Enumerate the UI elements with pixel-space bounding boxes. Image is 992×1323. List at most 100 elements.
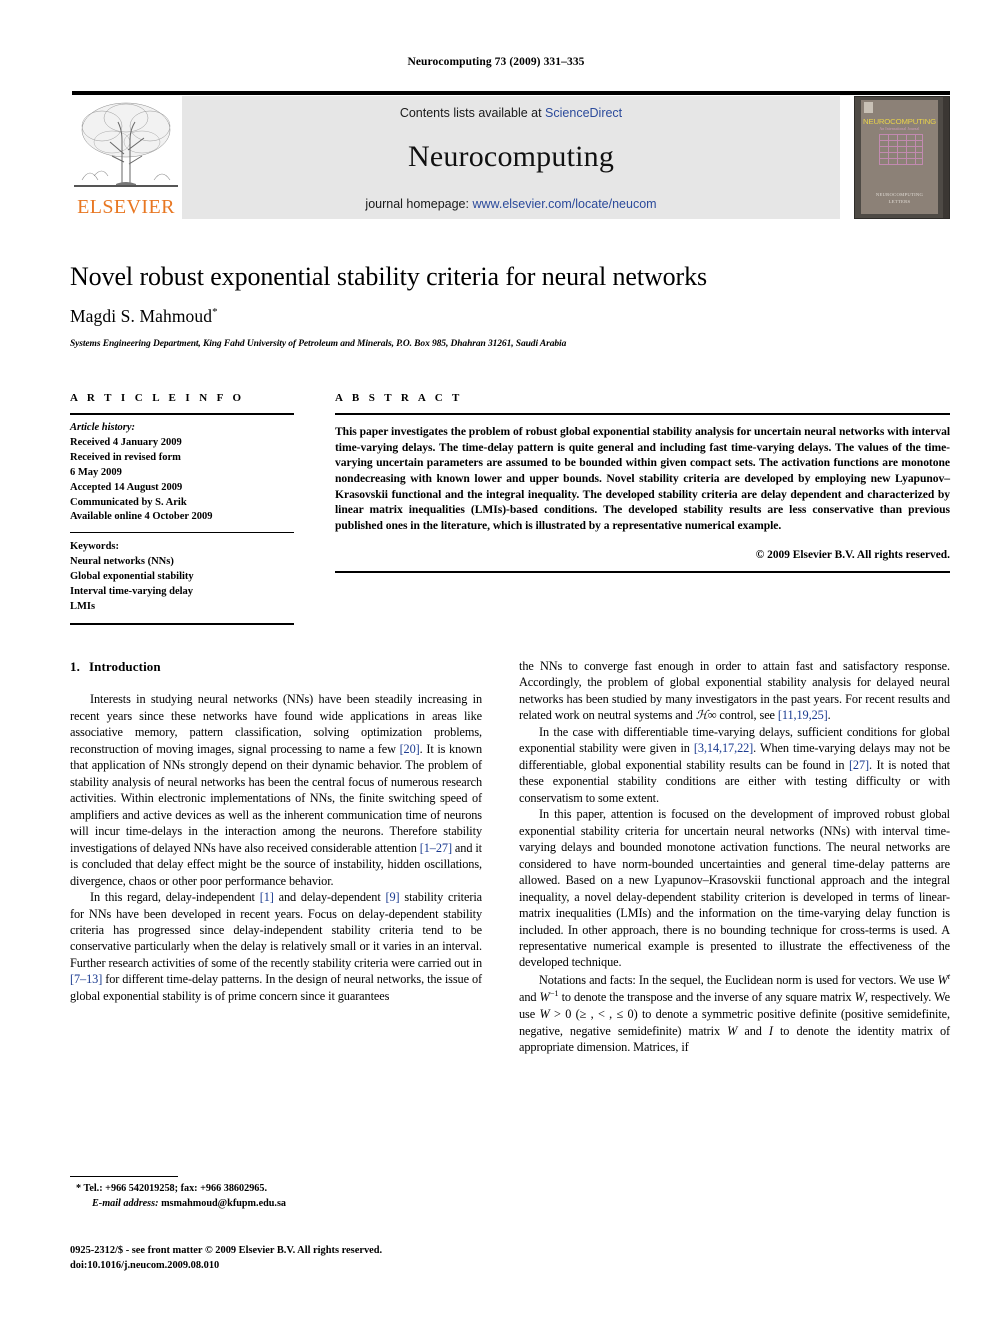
paragraph-text: In this regard, delay-independent bbox=[90, 890, 260, 905]
section-heading-introduction: 1. Introduction bbox=[70, 658, 482, 675]
issn-front-matter: 0925-2312/$ - see front matter © 2009 El… bbox=[70, 1245, 383, 1256]
cover-badge-icon bbox=[864, 102, 873, 113]
page-title: Novel robust exponential stability crite… bbox=[70, 262, 708, 291]
cover-footer-line-1: NEUROCOMPUTING bbox=[875, 192, 924, 197]
math-superscript: −1 bbox=[549, 988, 559, 999]
journal-article-page: Neurocomputing 73 (2009) 331–335 ELSEVIE… bbox=[0, 0, 992, 1323]
journal-title: Neurocomputing bbox=[407, 140, 615, 173]
history-item: Available online 4 October 2009 bbox=[70, 511, 213, 523]
keyword-item: Interval time-varying delay bbox=[70, 586, 194, 598]
body-paragraph: In this regard, delay-independent [1] an… bbox=[70, 889, 482, 1004]
keyword-item: LMIs bbox=[70, 600, 96, 612]
author-line: Magdi S. Mahmoud* bbox=[70, 306, 950, 327]
cover-spine bbox=[943, 97, 949, 218]
math-symbol: ℋ∞ bbox=[695, 708, 717, 723]
journal-cover-thumbnail: NEUROCOMPUTING An International Journal bbox=[854, 96, 950, 219]
cover-subtitle: An International Journal bbox=[879, 127, 920, 131]
history-item: Received in revised form bbox=[70, 451, 181, 463]
citation-link[interactable]: [11,19,25] bbox=[778, 708, 828, 722]
citation-link[interactable]: [1] bbox=[260, 890, 274, 904]
body-column-left: 1. Introduction Interests in studying neu… bbox=[70, 658, 482, 1004]
citation-link[interactable]: [27] bbox=[849, 758, 869, 772]
citation-link[interactable]: [3,14,17,22] bbox=[694, 741, 753, 755]
article-info-column: A R T I C L E I N F O Article history: R… bbox=[70, 392, 294, 625]
cover-footer-line-2: LETTERS bbox=[888, 199, 911, 204]
email-label: E-mail address: bbox=[92, 1197, 159, 1209]
cover-grid-graphic bbox=[879, 134, 923, 165]
abstract-text: This paper investigates the problem of r… bbox=[335, 425, 950, 532]
body-paragraph: In the case with differentiable time-var… bbox=[519, 724, 950, 806]
abstract-bottom-rule bbox=[335, 571, 950, 574]
imprint-block: 0925-2312/$ - see front matter © 2009 El… bbox=[70, 1243, 500, 1273]
homepage-label: journal homepage: bbox=[365, 197, 473, 211]
elsevier-logo: ELSEVIER bbox=[72, 96, 180, 219]
math-symbol: W bbox=[539, 990, 550, 1005]
paragraph-text: . bbox=[827, 708, 831, 723]
paragraph-text: for different time-delay patterns. In th… bbox=[70, 972, 482, 1003]
footnote-email: E-mail address: msmahmoud@kfupm.edu.sa bbox=[70, 1197, 482, 1212]
math-superscript: t bbox=[947, 970, 950, 981]
paragraph-text: > 0 ( bbox=[549, 1007, 580, 1022]
corresponding-author-marker: * bbox=[212, 306, 218, 319]
paragraph-text: and bbox=[737, 1023, 769, 1038]
left-column-paragraphs: Interests in studying neural networks (N… bbox=[70, 691, 482, 1004]
footnote-marker: * bbox=[76, 1183, 82, 1194]
elsevier-tree-icon bbox=[74, 102, 178, 187]
paragraph-text: to denote the transpose and the inverse … bbox=[558, 990, 855, 1005]
doi-line: doi:10.1016/j.neucom.2009.08.010 bbox=[70, 1260, 220, 1272]
keyword-item: Neural networks (NNs) bbox=[70, 556, 174, 568]
abstract-heading: A B S T R A C T bbox=[335, 392, 463, 404]
running-head: Neurocomputing 73 (2009) 331–335 bbox=[407, 56, 585, 68]
footnote-tel-fax: * Tel.: +966 542019258; fax: +966 386029… bbox=[70, 1182, 482, 1197]
math-symbol: W bbox=[854, 990, 865, 1005]
cover-artwork: NEUROCOMPUTING An International Journal bbox=[861, 100, 938, 214]
keywords-block: Keywords: Neural networks (NNs) Global e… bbox=[70, 533, 294, 623]
contents-lists-prefix: Contents lists available at bbox=[399, 106, 546, 120]
math-symbol: W bbox=[937, 973, 948, 987]
body-paragraph: In this paper, attention is focused on t… bbox=[519, 806, 950, 971]
cover-journal-name: NEUROCOMPUTING bbox=[863, 117, 936, 126]
masthead-center-band: Contents lists available at ScienceDirec… bbox=[182, 96, 840, 219]
author-name: Magdi S. Mahmoud bbox=[70, 305, 213, 326]
abstract-column: A B S T R A C T This paper investigates … bbox=[335, 392, 950, 574]
article-info-bottom-rule bbox=[70, 622, 294, 625]
section-title: Introduction bbox=[88, 659, 161, 674]
article-history-label: Article history: bbox=[70, 422, 136, 433]
keyword-item: Global exponential stability bbox=[70, 571, 194, 583]
citation-link[interactable]: [20] bbox=[400, 742, 420, 756]
right-column-paragraphs: the NNs to converge fast enough in order… bbox=[519, 658, 950, 1055]
history-item: Communicated by S. Arik bbox=[70, 496, 187, 508]
sciencedirect-link[interactable]: ScienceDirect bbox=[545, 106, 622, 120]
email-address[interactable]: msmahmoud@kfupm.edu.sa bbox=[161, 1198, 286, 1209]
history-item: Accepted 14 August 2009 bbox=[70, 481, 183, 493]
journal-homepage-line: journal homepage: www.elsevier.com/locat… bbox=[182, 197, 840, 211]
math-symbol: W bbox=[727, 1023, 738, 1038]
paragraph-text: . It is known that application of NNs st… bbox=[70, 741, 483, 855]
paragraph-text: Notations and facts: In the sequel, the … bbox=[539, 973, 938, 987]
footnote-area: * Tel.: +966 542019258; fax: +966 386029… bbox=[70, 1176, 482, 1212]
math-symbol: W bbox=[539, 1007, 550, 1022]
article-info-heading: A R T I C L E I N F O bbox=[70, 392, 245, 404]
section-number: 1. bbox=[70, 659, 80, 674]
homepage-url-link[interactable]: www.elsevier.com/locate/neucom bbox=[472, 197, 656, 211]
affiliation: Systems Engineering Department, King Fah… bbox=[70, 338, 567, 349]
history-item: 6 May 2009 bbox=[70, 466, 122, 478]
title-block: Novel robust exponential stability crite… bbox=[70, 262, 950, 349]
article-history-block: Article history: Received 4 January 2009… bbox=[70, 415, 294, 532]
masthead-top-rule bbox=[72, 91, 950, 95]
citation-link[interactable]: [1–27] bbox=[420, 841, 452, 855]
body-paragraph: Interests in studying neural networks (N… bbox=[70, 691, 482, 889]
paragraph-text: ≥ , < , ≤ 0 bbox=[579, 1007, 634, 1022]
elsevier-wordmark: ELSEVIER bbox=[77, 196, 175, 218]
abstract-copyright: © 2009 Elsevier B.V. All rights reserved… bbox=[755, 549, 950, 562]
paragraph-text: control, see bbox=[716, 708, 778, 723]
citation-link[interactable]: [9] bbox=[386, 890, 400, 904]
journal-masthead: ELSEVIER Contents lists available at Sci… bbox=[72, 91, 950, 219]
history-item: Received 4 January 2009 bbox=[70, 436, 182, 448]
paragraph-text: In this paper, attention is focused on t… bbox=[519, 807, 950, 970]
keywords-label: Keywords: bbox=[70, 541, 119, 553]
body-column-right: the NNs to converge fast enough in order… bbox=[519, 658, 950, 1055]
citation-link[interactable]: [7–13] bbox=[70, 972, 102, 986]
paragraph-text: and bbox=[519, 990, 540, 1005]
paragraph-text: and delay-dependent bbox=[273, 890, 386, 905]
